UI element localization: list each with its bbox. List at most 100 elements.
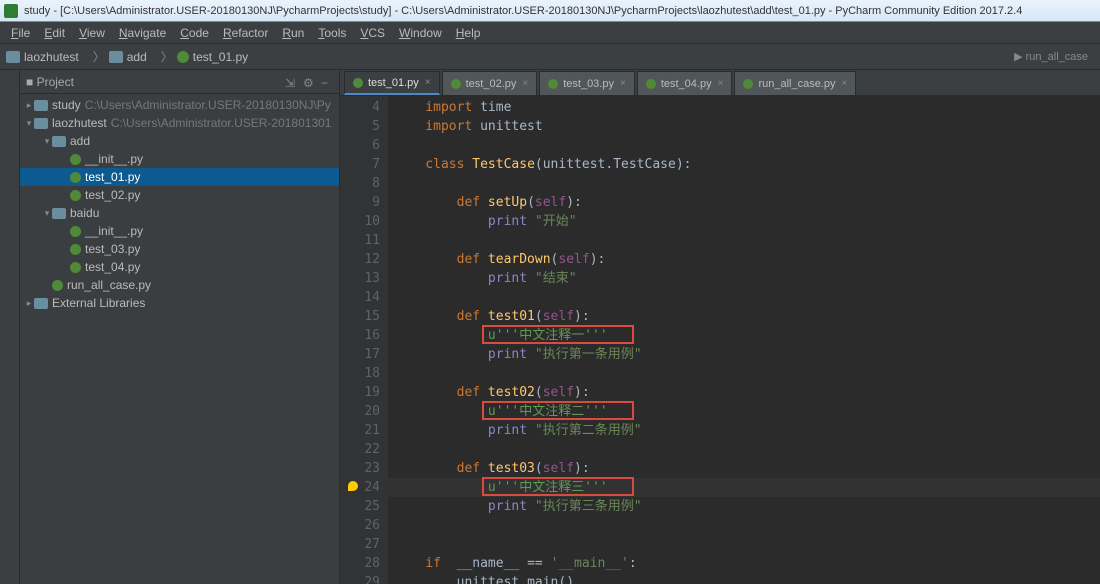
code-line[interactable]: u'''中文注释二''' xyxy=(388,402,1100,421)
gear-icon[interactable]: ⚙ xyxy=(303,76,315,88)
python-file-icon xyxy=(70,262,81,273)
code-line[interactable] xyxy=(388,364,1100,383)
tree-item-test-04-py[interactable]: test_04.py xyxy=(20,258,339,276)
tree-item-label: test_04.py xyxy=(85,260,140,274)
breadcrumb-item[interactable]: laozhutest xyxy=(6,50,79,64)
menu-help[interactable]: Help xyxy=(449,24,488,42)
line-number: 7 xyxy=(342,155,380,174)
intention-bulb-icon[interactable] xyxy=(348,481,358,491)
tree-item-test-01-py[interactable]: test_01.py xyxy=(20,168,339,186)
tree-item-baidu[interactable]: ▾baidu xyxy=(20,204,339,222)
tree-item-run-all-case-py[interactable]: run_all_case.py xyxy=(20,276,339,294)
tree-item-test-03-py[interactable]: test_03.py xyxy=(20,240,339,258)
python-file-icon xyxy=(70,190,81,201)
folder-icon xyxy=(6,51,20,63)
editor-tab-test-02-py[interactable]: test_02.py × xyxy=(442,71,538,95)
code-line[interactable] xyxy=(388,535,1100,554)
breadcrumb-item[interactable]: test_01.py xyxy=(177,50,248,64)
tree-item---init---py[interactable]: __init__.py xyxy=(20,150,339,168)
menu-view[interactable]: View xyxy=(72,24,112,42)
line-number: 24 xyxy=(342,478,380,497)
tree-arrow-icon: ▾ xyxy=(42,136,52,147)
code-line[interactable]: u'''中文注释一''' xyxy=(388,326,1100,345)
tree-item-laozhutest[interactable]: ▾laozhutestC:\Users\Administrator.USER-2… xyxy=(20,114,339,132)
line-number: 9 xyxy=(342,193,380,212)
code-line[interactable] xyxy=(388,516,1100,535)
menu-navigate[interactable]: Navigate xyxy=(112,24,173,42)
menu-vcs[interactable]: VCS xyxy=(353,24,392,42)
line-number: 28 xyxy=(342,554,380,573)
editor-tab-test-01-py[interactable]: test_01.py × xyxy=(344,71,440,95)
python-file-icon xyxy=(353,78,363,88)
line-number: 26 xyxy=(342,516,380,535)
line-number: 25 xyxy=(342,497,380,516)
line-number: 10 xyxy=(342,212,380,231)
menu-file[interactable]: File xyxy=(4,24,37,42)
code-line[interactable]: unittest.main() xyxy=(388,573,1100,584)
code-line[interactable]: def test02(self): xyxy=(388,383,1100,402)
menubar: FileEditViewNavigateCodeRefactorRunTools… xyxy=(0,22,1100,44)
menu-edit[interactable]: Edit xyxy=(37,24,72,42)
collapse-icon[interactable]: ⇲ xyxy=(285,76,297,88)
tree-item-label: test_03.py xyxy=(85,242,140,256)
editor-tab-test-04-py[interactable]: test_04.py× xyxy=(637,71,733,95)
editor-tab-test-03-py[interactable]: test_03.py× xyxy=(539,71,635,95)
hide-icon[interactable]: − xyxy=(321,76,333,88)
tab-label: test_01.py xyxy=(368,77,419,89)
code-line[interactable]: import unittest xyxy=(388,117,1100,136)
code-line[interactable] xyxy=(388,440,1100,459)
line-number: 23 xyxy=(342,459,380,478)
project-tool-window: ■ Project ⇲ ⚙ − ▸studyC:\Users\Administr… xyxy=(20,70,340,584)
tree-item-path: C:\Users\Administrator.USER-20180130NJ\P… xyxy=(85,98,331,112)
code-line[interactable]: print "执行第三条用例" xyxy=(388,497,1100,516)
code-line[interactable] xyxy=(388,136,1100,155)
menu-code[interactable]: Code xyxy=(173,24,216,42)
run-config-button[interactable]: ▶ run_all_case xyxy=(1008,48,1094,65)
code-line[interactable]: print "结束" xyxy=(388,269,1100,288)
code-line[interactable]: def test01(self): xyxy=(388,307,1100,326)
code-line[interactable]: if __name__ == '__main__': xyxy=(388,554,1100,573)
code-line[interactable] xyxy=(388,288,1100,307)
code-line[interactable] xyxy=(388,174,1100,193)
code-line[interactable]: def tearDown(self): xyxy=(388,250,1100,269)
close-icon[interactable]: × xyxy=(425,77,431,88)
code-line[interactable]: print "执行第二条用例" xyxy=(388,421,1100,440)
tree-item---init---py[interactable]: __init__.py xyxy=(20,222,339,240)
code-line[interactable]: print "开始" xyxy=(388,212,1100,231)
code-line[interactable]: u'''中文注释三''' xyxy=(388,478,1100,497)
code-area[interactable]: import time import unittest class TestCa… xyxy=(388,96,1100,584)
code-line[interactable]: class TestCase(unittest.TestCase): xyxy=(388,155,1100,174)
python-file-icon xyxy=(646,79,656,89)
menu-run[interactable]: Run xyxy=(275,24,311,42)
menu-window[interactable]: Window xyxy=(392,24,449,42)
code-line[interactable]: def test03(self): xyxy=(388,459,1100,478)
breadcrumb-item[interactable]: add xyxy=(109,50,147,64)
folder-icon xyxy=(34,100,48,111)
python-file-icon xyxy=(52,280,63,291)
folder-icon xyxy=(109,51,123,63)
code-line[interactable]: import time xyxy=(388,98,1100,117)
close-icon[interactable]: × xyxy=(842,78,848,89)
tab-label: test_02.py xyxy=(466,78,517,90)
code-line[interactable]: print "执行第一条用例" xyxy=(388,345,1100,364)
project-tree[interactable]: ▸studyC:\Users\Administrator.USER-201801… xyxy=(20,94,339,584)
code-line[interactable] xyxy=(388,231,1100,250)
close-icon[interactable]: × xyxy=(522,78,528,89)
line-number: 29 xyxy=(342,573,380,584)
tree-item-label: __init__.py xyxy=(85,152,143,166)
menu-refactor[interactable]: Refactor xyxy=(216,24,275,42)
code-line[interactable]: def setUp(self): xyxy=(388,193,1100,212)
line-number: 5 xyxy=(342,117,380,136)
line-number: 21 xyxy=(342,421,380,440)
tree-item-test-02-py[interactable]: test_02.py xyxy=(20,186,339,204)
tree-item-study[interactable]: ▸studyC:\Users\Administrator.USER-201801… xyxy=(20,96,339,114)
close-icon[interactable]: × xyxy=(718,78,724,89)
line-number: 6 xyxy=(342,136,380,155)
menu-tools[interactable]: Tools xyxy=(311,24,353,42)
tree-item-external-libraries[interactable]: ▸External Libraries xyxy=(20,294,339,312)
tree-item-add[interactable]: ▾add xyxy=(20,132,339,150)
code-editor[interactable]: 4567891011121314151617181920212223242526… xyxy=(340,96,1100,584)
window-titlebar: study - [C:\Users\Administrator.USER-201… xyxy=(0,0,1100,22)
close-icon[interactable]: × xyxy=(620,78,626,89)
editor-tab-run-all-case-py[interactable]: run_all_case.py× xyxy=(734,71,856,95)
